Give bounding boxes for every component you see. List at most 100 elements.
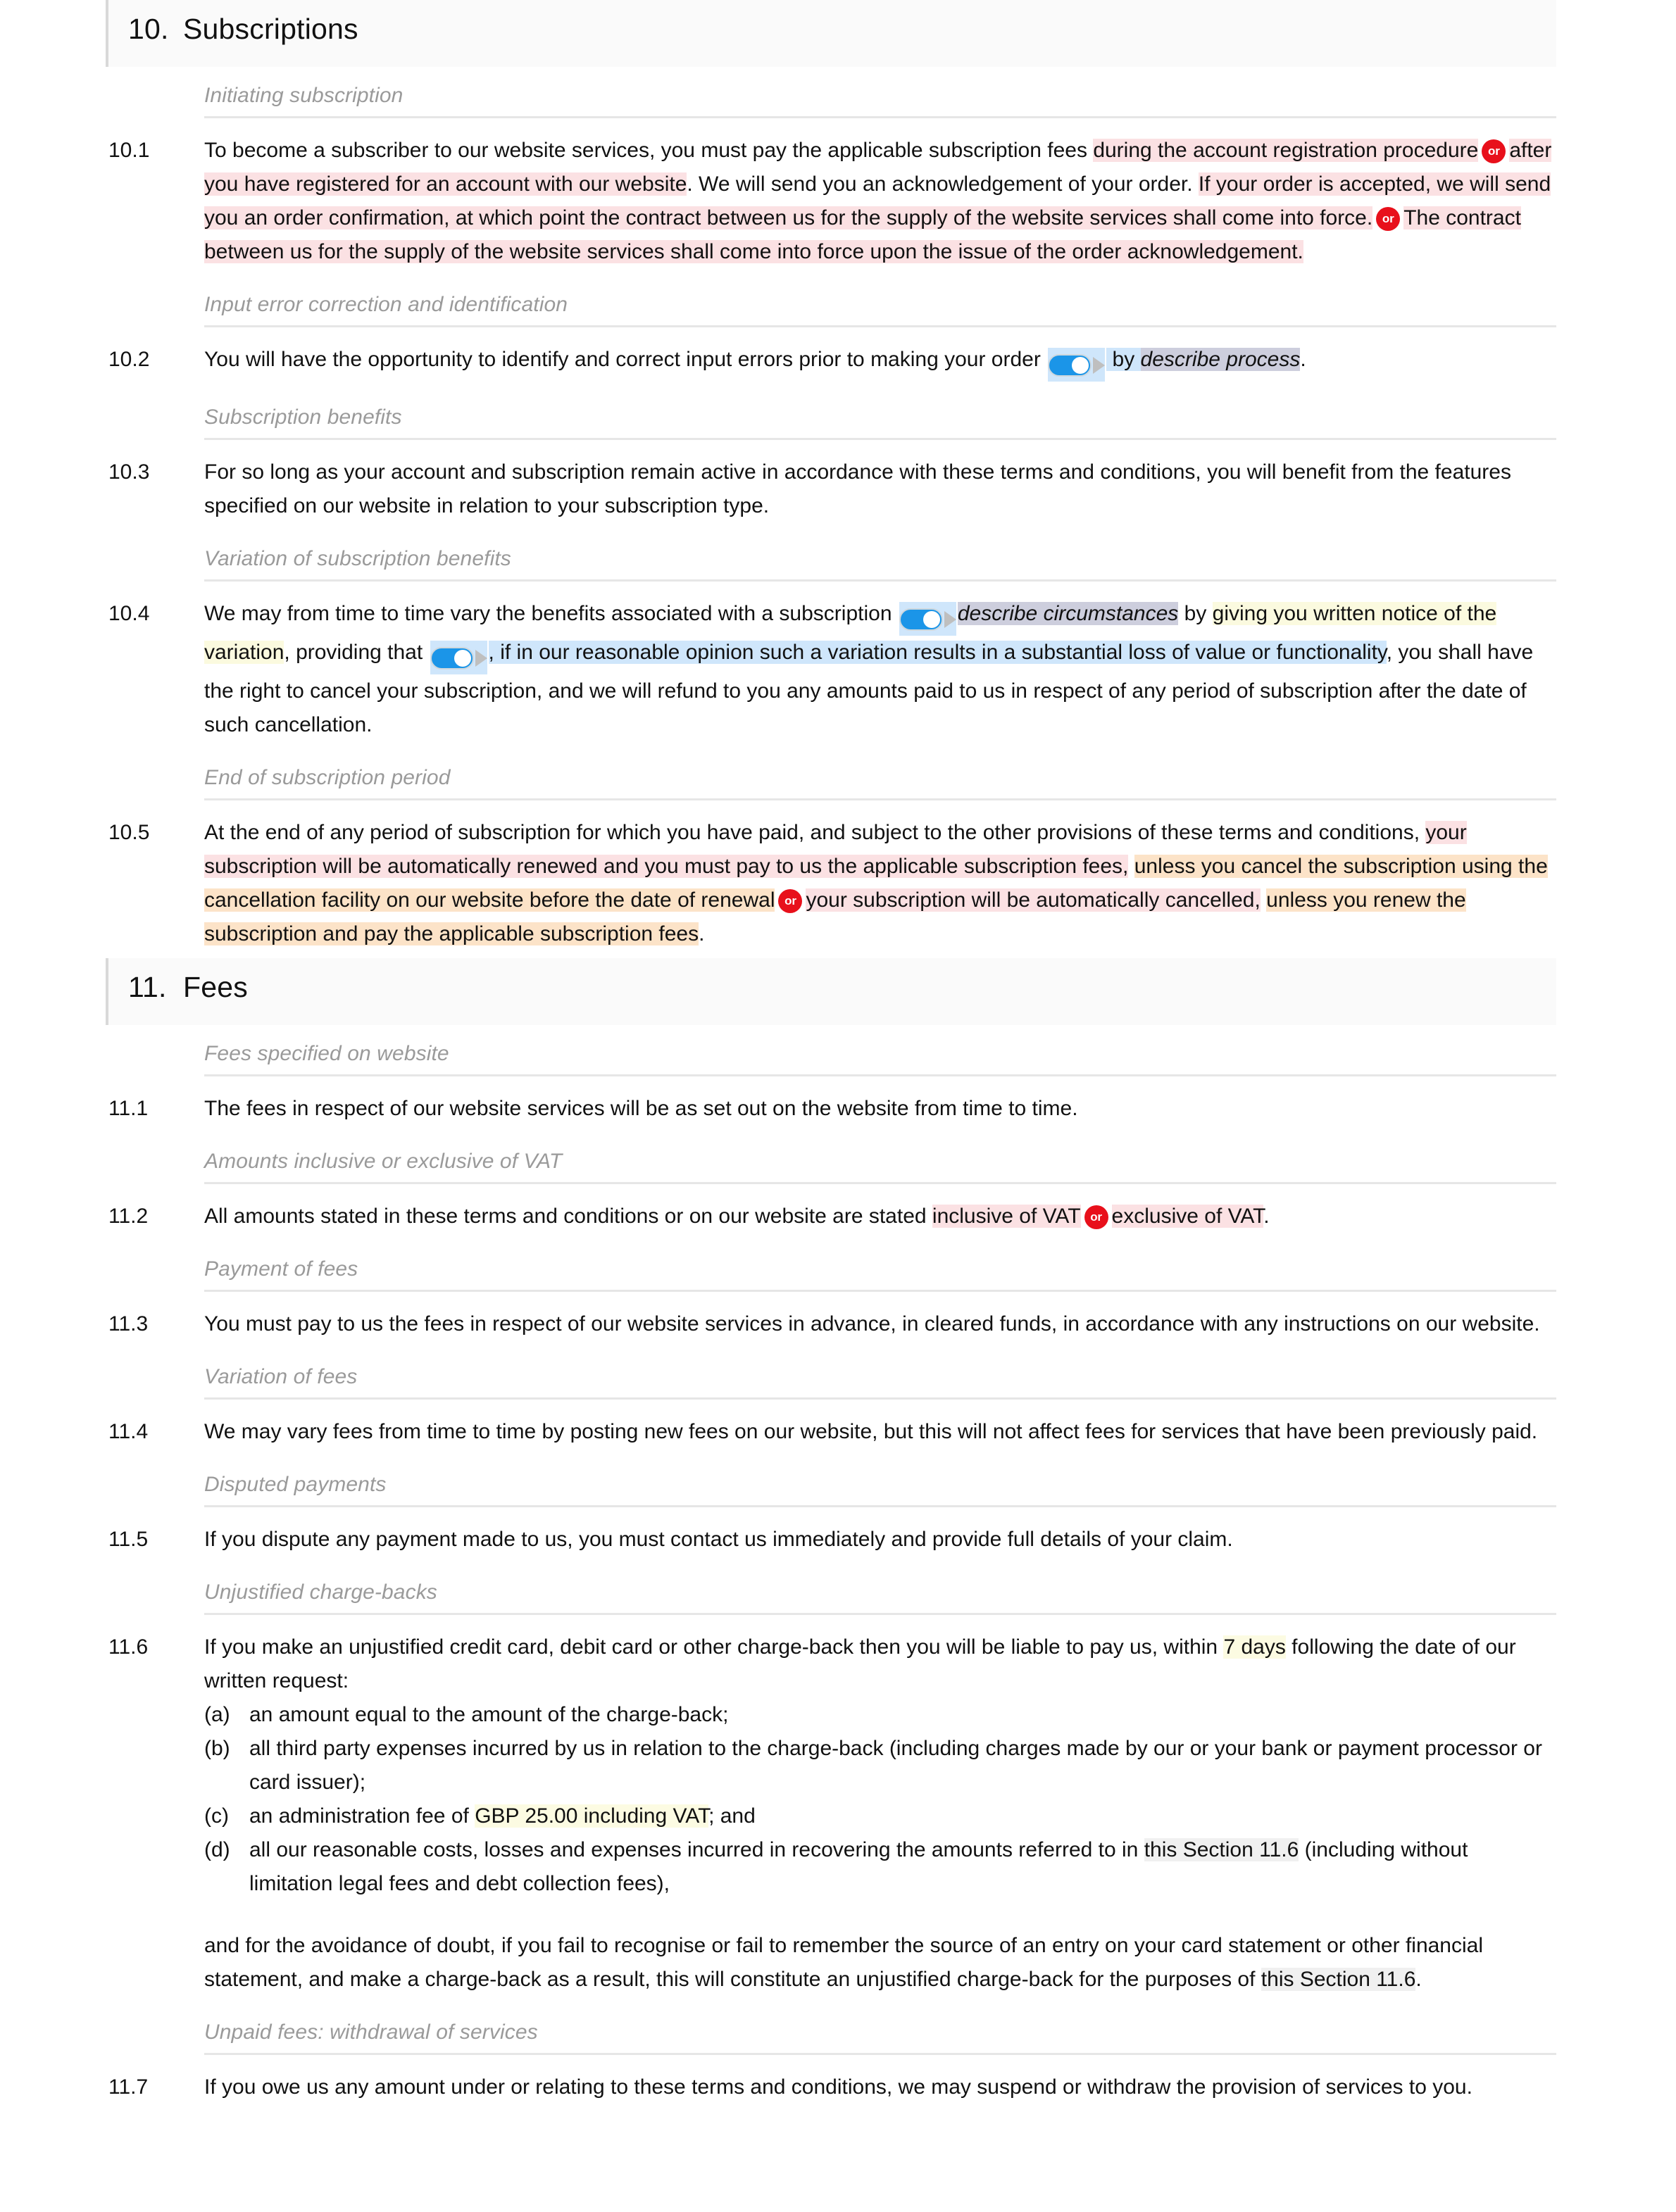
clause-number: 10.2 (108, 348, 150, 371)
or-alternative-badge[interactable]: or (1084, 1205, 1108, 1229)
clause-tail-paragraph: and for the avoidance of doubt, if you f… (204, 1929, 1556, 1997)
clause-group: Payment of fees (106, 1240, 1556, 1292)
clause-text: You must pay to us the fees in respect o… (204, 1312, 1540, 1336)
clause-row: 10.5 At the end of any period of subscrip… (106, 800, 1556, 958)
clause-text: If you owe us any amount under or relati… (204, 2075, 1472, 2099)
clause-group: End of subscription period (106, 749, 1556, 800)
triangle-right-icon (1093, 357, 1106, 375)
clause-group: Input error correction and identificatio… (106, 276, 1556, 327)
clause-text: by (1178, 602, 1213, 625)
highlighted-text[interactable]: 7 days (1223, 1635, 1286, 1659)
clause-group: Unpaid fees: withdrawal of services (106, 2004, 1556, 2055)
clause-row: 11.7 If you owe us any amount under or re… (106, 2055, 1556, 2111)
clause-subitem: (d) all our reasonable costs, losses and … (204, 1833, 1556, 1901)
clause-text: an amount equal to the amount of the cha… (249, 1703, 729, 1726)
optional-clause-toggle[interactable] (1048, 348, 1106, 382)
clause-text: We may vary fees from time to time by po… (204, 1420, 1538, 1443)
section-title: Fees (183, 971, 248, 1003)
optional-clause-toggle[interactable] (430, 641, 487, 674)
subitem-letter: (b) (204, 1737, 230, 1760)
clause-paragraph: You will have the opportunity to identif… (204, 343, 1556, 382)
clause-number: 10.3 (108, 460, 150, 484)
highlighted-text[interactable]: during the account registration procedur… (1093, 139, 1479, 162)
clause-subheading: Unpaid fees: withdrawal of services (204, 2021, 538, 2044)
clause-group: Disputed payments (106, 1456, 1556, 1507)
clause-body: You will have the opportunity to identif… (204, 343, 1556, 382)
toggle-switch[interactable] (1048, 354, 1092, 377)
highlighted-text[interactable]: describe circumstances (957, 602, 1179, 625)
clause-text: For so long as your account and subscrip… (204, 460, 1511, 517)
clause-row: 11.6 If you make an unjustified credit ca… (106, 1615, 1556, 2004)
clause-row: 11.1 The fees in respect of our website s… (106, 1076, 1556, 1133)
clause-group: Initiating subscription (106, 67, 1556, 118)
highlighted-text[interactable]: this Section 11.6 (1261, 1968, 1416, 1991)
or-alternative-badge[interactable]: or (778, 889, 803, 913)
clause-body: If you dispute any payment made to us, y… (204, 1523, 1556, 1557)
clause-paragraph: To become a subscriber to our website se… (204, 134, 1556, 269)
clause-text: We may from time to time vary the benefi… (204, 602, 898, 625)
triangle-right-icon (944, 611, 956, 629)
clause-row: 11.2 All amounts stated in these terms an… (106, 1184, 1556, 1240)
triangle-right-icon (475, 650, 487, 667)
clause-row: 11.4 We may vary fees from time to time b… (106, 1400, 1556, 1456)
highlighted-text[interactable]: by (1106, 348, 1141, 371)
toggle-knob (923, 611, 940, 629)
clause-body: All amounts stated in these terms and co… (204, 1200, 1556, 1233)
clause-body: If you owe us any amount under or relati… (204, 2070, 1556, 2104)
section-number: 11. (128, 971, 167, 1003)
clause-subheading: Unjustified charge-backs (204, 1581, 437, 1604)
section-heading: 10. Subscriptions (106, 0, 1556, 67)
highlighted-text[interactable]: your subscription will be automatically … (806, 888, 1261, 912)
subitem-text: all third party expenses incurred by us … (249, 1732, 1556, 1799)
clause-text: If you dispute any payment made to us, y… (204, 1528, 1233, 1551)
clause-number: 11.3 (108, 1312, 149, 1336)
highlighted-text[interactable]: exclusive of VAT (1111, 1205, 1264, 1228)
toggle-switch[interactable] (899, 608, 943, 631)
highlighted-text[interactable]: this Section 11.6 (1144, 1838, 1299, 1861)
optional-clause-toggle[interactable] (899, 602, 956, 636)
highlighted-text[interactable]: inclusive of VAT (932, 1205, 1081, 1228)
document-body: 10. Subscriptions Initiating subscription 1… (0, 0, 1676, 2111)
clause-text: If you make an unjustified credit card, … (204, 1635, 1224, 1659)
clause-number: 11.6 (108, 1635, 149, 1659)
clause-text: All amounts stated in these terms and co… (204, 1205, 932, 1228)
clause-text: all our reasonable costs, losses and exp… (249, 1838, 1144, 1861)
toggle-switch[interactable] (430, 647, 474, 670)
clause-number: 11.4 (108, 1420, 149, 1443)
clause-subheading: Subscription benefits (204, 406, 402, 429)
clause-row: 10.1 To become a subscriber to our websit… (106, 118, 1556, 276)
clause-body: We may vary fees from time to time by po… (204, 1415, 1556, 1449)
clause-text: an administration fee of (249, 1804, 475, 1828)
clause-subitem: (b) all third party expenses incurred by … (204, 1732, 1556, 1799)
clause-row: 10.2 You will have the opportunity to ide… (106, 327, 1556, 389)
clause-body: If you make an unjustified credit card, … (204, 1630, 1556, 1997)
subitem-letter: (d) (204, 1838, 230, 1861)
clause-number: 11.1 (108, 1097, 149, 1120)
or-alternative-badge[interactable]: or (1376, 207, 1401, 231)
clause-group: Variation of fees (106, 1348, 1556, 1400)
clause-body: To become a subscriber to our website se… (204, 134, 1556, 269)
clause-group: Subscription benefits (106, 389, 1556, 440)
clause-row: 10.4 We may from time to time vary the be… (106, 582, 1556, 749)
clause-subheading: Initiating subscription (204, 84, 404, 107)
clause-text: At the end of any period of subscription… (204, 821, 1426, 844)
clause-text (1128, 855, 1134, 878)
clause-number: 10.5 (108, 821, 150, 844)
highlighted-text[interactable]: , if in our reasonable opinion such a va… (488, 641, 1387, 664)
subitem-letter: (a) (204, 1703, 230, 1726)
clause-text: . (1300, 348, 1306, 371)
highlighted-text[interactable]: describe process (1140, 348, 1301, 371)
clause-subheading: Disputed payments (204, 1473, 387, 1496)
clause-text: , providing that (284, 641, 429, 664)
clause-text: . (1263, 1205, 1270, 1228)
or-alternative-badge[interactable]: or (1482, 139, 1506, 163)
highlighted-text[interactable]: GBP 25.00 including VAT (475, 1804, 709, 1828)
toggle-knob (454, 650, 471, 667)
clause-subheading: Amounts inclusive or exclusive of VAT (204, 1150, 563, 1173)
section-title: Subscriptions (183, 13, 358, 45)
clause-text: . (1415, 1968, 1422, 1991)
clause-group: Variation of subscription benefits (106, 530, 1556, 582)
subitem-letter: (c) (204, 1804, 229, 1828)
clause-row: 11.5 If you dispute any payment made to u… (106, 1507, 1556, 1564)
section-number: 10. (128, 13, 169, 45)
